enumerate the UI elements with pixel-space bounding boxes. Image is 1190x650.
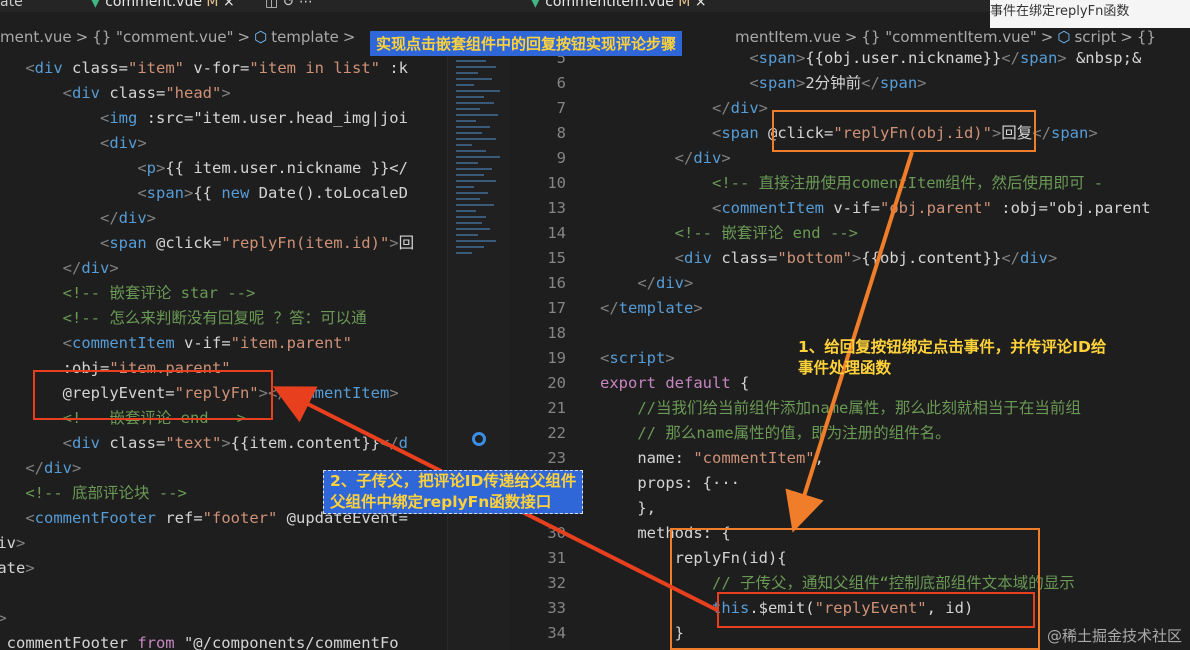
watermark: @稀土掘金技术社区 <box>1046 627 1182 645</box>
title-banner: 实现点击嵌套组件中的回复按钮实现评论步骤 <box>370 31 683 56</box>
arrows-overlay <box>272 151 914 612</box>
step2-line1: 2、子传父，把评论ID传递给父组件 <box>330 472 577 490</box>
step2-line2: 父组件中绑定replyFn函数接口 <box>330 493 552 511</box>
step1-line1: 1、给回复按钮绑定点击事件，并传评论ID给 <box>798 338 1107 356</box>
step1-annotation: 1、给回复按钮绑定点击事件，并传评论ID给 事件处理函数 <box>798 337 1106 379</box>
step1-line2: 事件处理函数 <box>798 359 892 377</box>
step2-annotation: 2、子传父，把评论ID传递给父组件 父组件中绑定replyFn函数接口 <box>323 470 584 514</box>
